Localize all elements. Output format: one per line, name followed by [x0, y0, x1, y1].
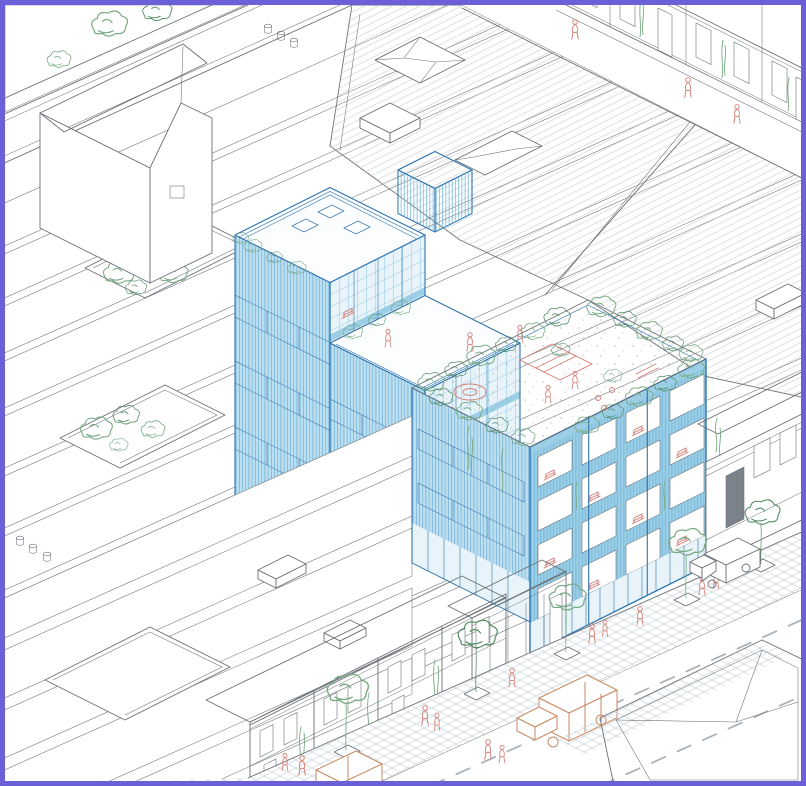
- door: [658, 8, 672, 57]
- axonometric-drawing: Axonometric line drawing of a city block…: [0, 0, 806, 786]
- door: [726, 467, 744, 528]
- illustration-stage: Axonometric line drawing of a city block…: [0, 0, 806, 786]
- gable-window: [170, 186, 184, 198]
